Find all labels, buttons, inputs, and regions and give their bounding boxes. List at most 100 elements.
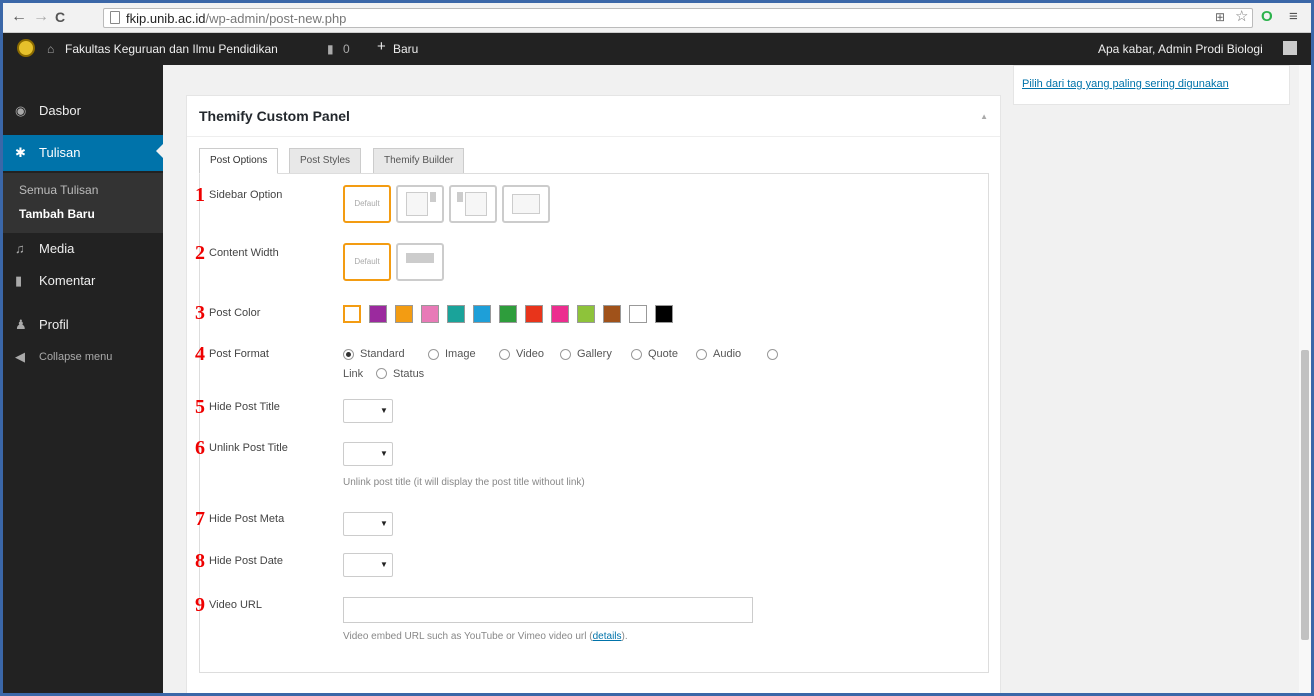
site-name-link[interactable]: Fakultas Keguruan dan Ilmu Pendidikan [65,41,278,57]
address-bar[interactable]: fkip.unib.ac.id/wp-admin/post-new.php [103,8,1253,28]
sidebar-item-label: Dasbor [39,103,81,118]
color-swatch[interactable] [499,305,517,323]
url-path: /wp-admin/post-new.php [205,11,347,26]
sidebar-default-option[interactable]: Default [343,185,391,223]
layout-content-icon [465,192,487,216]
hide-post-meta-label: Hide Post Meta [209,513,285,525]
sidebar-item-profil[interactable]: ♟ Profil [3,309,163,341]
avatar[interactable] [1283,41,1297,55]
format-link-label[interactable]: Link [343,368,363,380]
layout-fullwidth-icon [512,194,540,214]
format-standard-radio[interactable] [343,349,354,360]
details-link[interactable]: details [593,631,622,642]
step-number: 7 [195,508,205,530]
collapse-menu-button[interactable]: ◀ Collapse menu [3,341,163,373]
panel-toggle-icon[interactable]: ▲ [980,112,988,121]
format-status-radio[interactable] [376,368,387,379]
translate-icon[interactable]: ⊞ [1215,9,1225,25]
submenu-all-posts[interactable]: Semua Tulisan [19,183,98,197]
step-number: 3 [195,302,205,324]
step-number: 8 [195,550,205,572]
hide-post-title-select[interactable]: ▼ [343,399,393,423]
hide-post-date-label: Hide Post Date [209,555,283,567]
tags-box: Pilih dari tag yang paling sering diguna… [1013,65,1290,105]
page-scrollbar[interactable] [1299,65,1311,693]
format-image-radio[interactable] [428,349,439,360]
tab-themify-builder[interactable]: Themify Builder [373,148,465,174]
sidebar-item-tulisan[interactable]: ✱ Tulisan [3,135,163,171]
sidebar-item-komentar[interactable]: ▮ Komentar [3,265,163,297]
video-url-label: Video URL [209,599,262,611]
color-swatch[interactable] [369,305,387,323]
browser-menu-icon[interactable]: ≡ [1289,9,1298,25]
chevron-down-icon: ▼ [380,449,388,458]
video-url-help: Video embed URL such as YouTube or Vimeo… [343,631,628,642]
color-swatch[interactable] [603,305,621,323]
new-content-link[interactable]: Baru [393,41,418,57]
color-swatch[interactable] [447,305,465,323]
sidebar-left-option[interactable] [449,185,497,223]
color-swatch[interactable] [395,305,413,323]
plus-icon[interactable]: + [377,39,386,55]
back-icon[interactable]: ← [11,8,27,26]
color-swatch[interactable] [525,305,543,323]
comments-count[interactable]: 0 [343,41,350,57]
layout-sidebar-icon [457,192,463,202]
comment-bubble-icon[interactable]: ▮ [327,41,334,57]
account-greeting[interactable]: Apa kabar, Admin Prodi Biologi [1098,41,1263,57]
bookmark-star-icon[interactable]: ☆ [1235,9,1248,25]
color-swatch[interactable] [551,305,569,323]
content-width-full-option[interactable] [396,243,444,281]
post-format-label: Post Format [209,348,269,360]
content-width-default-option[interactable]: Default [343,243,391,281]
format-gallery-radio[interactable] [560,349,571,360]
video-url-help-end: ). [621,631,628,642]
sidebar-none-option[interactable] [502,185,550,223]
color-swatch[interactable] [421,305,439,323]
tab-post-styles[interactable]: Post Styles [289,148,362,174]
hide-post-meta-select[interactable]: ▼ [343,512,393,536]
sidebar-right-option[interactable] [396,185,444,223]
sidebar-item-media[interactable]: ♫ Media [3,233,163,265]
format-video-label[interactable]: Video [516,348,544,360]
step-number: 5 [195,396,205,418]
color-swatch[interactable] [577,305,595,323]
unlink-post-title-label: Unlink Post Title [209,442,288,454]
unlink-post-title-select[interactable]: ▼ [343,442,393,466]
color-swatch[interactable] [473,305,491,323]
step-number: 9 [195,594,205,616]
format-status-label[interactable]: Status [393,368,424,380]
video-url-input[interactable] [343,597,753,623]
format-image-label[interactable]: Image [445,348,476,360]
hide-post-date-select[interactable]: ▼ [343,553,393,577]
reload-icon[interactable]: C [55,8,65,26]
content-width-label: Content Width [209,247,279,259]
color-swatch-default[interactable] [343,305,361,323]
format-standard-label[interactable]: Standard [360,348,405,360]
admin-bar: ⌂ Fakultas Keguruan dan Ilmu Pendidikan … [3,33,1311,65]
format-video-radio[interactable] [499,349,510,360]
format-audio-label[interactable]: Audio [713,348,741,360]
layout-sidebar-icon [430,192,436,202]
browser-window: ← → C fkip.unib.ac.id/wp-admin/post-new.… [0,0,1314,696]
color-swatch[interactable] [629,305,647,323]
extension-icon[interactable]: O [1261,9,1273,25]
scrollbar-thumb[interactable] [1301,350,1309,640]
format-audio-radio[interactable] [696,349,707,360]
forward-icon[interactable]: → [33,8,49,26]
tab-post-options[interactable]: Post Options [199,148,279,174]
unlink-post-title-help: Unlink post title (it will display the p… [343,477,585,488]
format-quote-radio[interactable] [631,349,642,360]
format-quote-label[interactable]: Quote [648,348,678,360]
format-gallery-label[interactable]: Gallery [577,348,612,360]
color-swatch[interactable] [655,305,673,323]
home-icon: ⌂ [47,42,55,56]
collapse-icon: ◀ [15,349,25,364]
site-logo-icon[interactable] [17,39,35,57]
submenu-add-new[interactable]: Tambah Baru [19,207,95,221]
divider [187,136,1000,137]
sidebar-item-dasbor[interactable]: ◉ Dasbor [3,95,163,127]
most-used-tags-link[interactable]: Pilih dari tag yang paling sering diguna… [1022,78,1229,90]
comment-icon: ▮ [15,273,23,288]
format-link-radio[interactable] [767,349,778,360]
